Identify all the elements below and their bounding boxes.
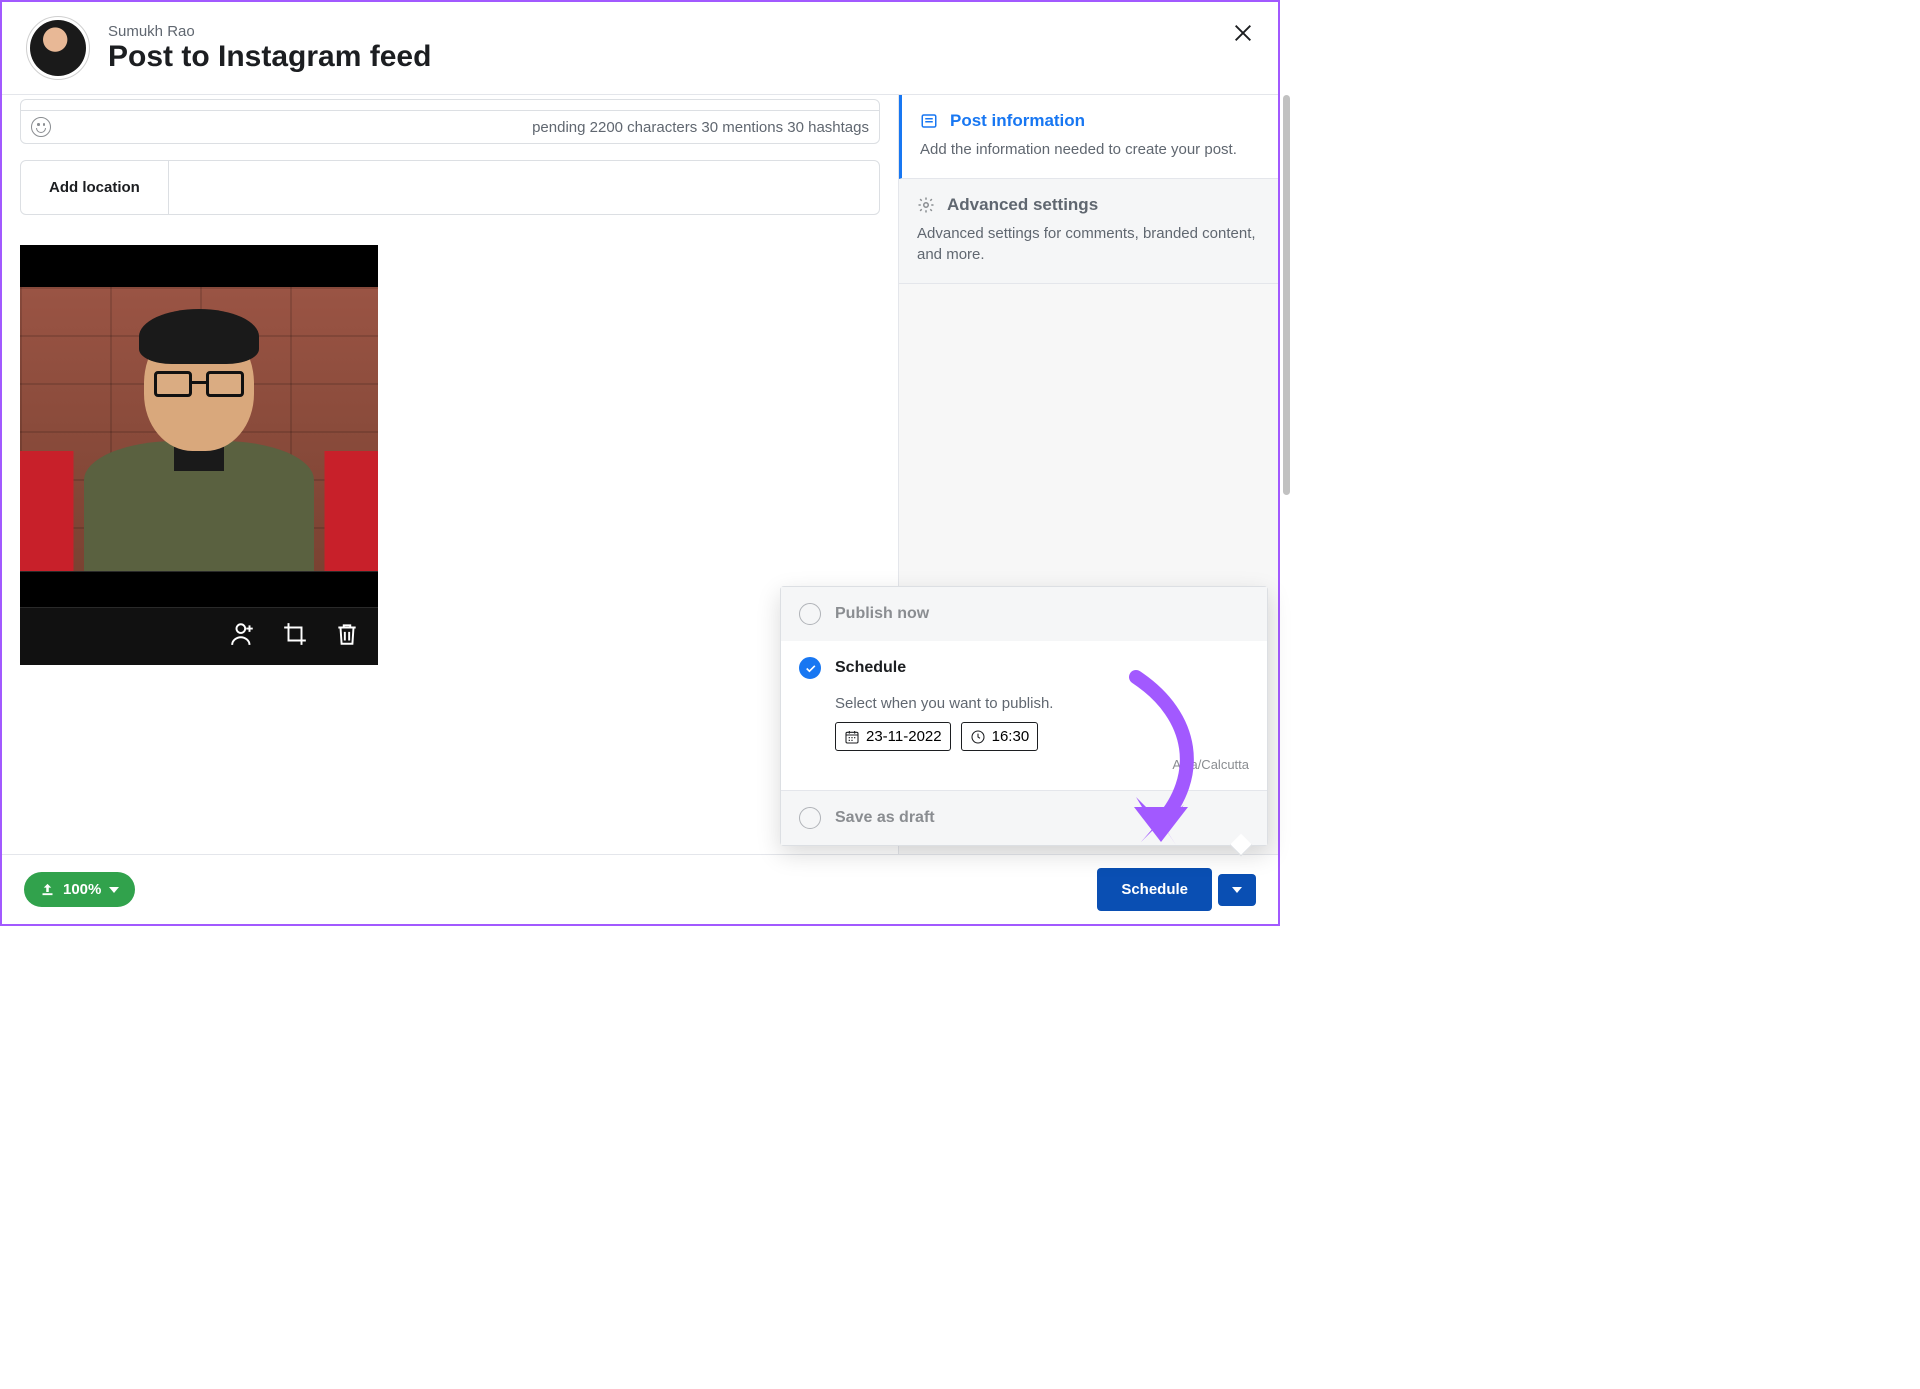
add-location-button[interactable]: Add location (21, 161, 169, 214)
schedule-button[interactable]: Schedule (1097, 868, 1212, 911)
tag-people-icon[interactable] (230, 621, 256, 652)
schedule-dropdown-button[interactable] (1218, 874, 1256, 906)
avatar (26, 16, 90, 80)
schedule-desc: Select when you want to publish. (835, 695, 1249, 712)
crop-icon[interactable] (282, 621, 308, 652)
schedule-popover: Publish now Schedule Select when you wan… (780, 586, 1268, 846)
close-button[interactable] (1232, 22, 1254, 49)
post-information-panel[interactable]: Post information Add the information nee… (899, 95, 1278, 179)
calendar-icon (844, 729, 860, 745)
timezone-label: Asia/Calcutta (835, 757, 1249, 772)
scrollbar[interactable] (1283, 95, 1290, 495)
publish-now-option[interactable]: Publish now (781, 587, 1267, 641)
radio-unchecked-icon (799, 807, 821, 829)
caption-status: pending 2200 characters 30 mentions 30 h… (532, 119, 869, 136)
page-title: Post to Instagram feed (108, 40, 431, 74)
upload-progress-pill[interactable]: 100% (24, 872, 135, 907)
chevron-down-icon (1232, 887, 1242, 893)
save-draft-option[interactable]: Save as draft (781, 790, 1267, 845)
date-input[interactable]: 23-11-2022 (835, 722, 951, 751)
delete-icon[interactable] (334, 621, 360, 652)
gear-icon (917, 196, 935, 214)
schedule-option[interactable]: Schedule (781, 641, 1267, 695)
media-preview (20, 245, 378, 665)
clock-icon (970, 729, 986, 745)
post-info-desc: Add the information needed to create you… (920, 139, 1260, 160)
user-name: Sumukh Rao (108, 23, 431, 40)
advanced-title: Advanced settings (947, 195, 1098, 215)
post-info-title: Post information (950, 111, 1085, 131)
time-input[interactable]: 16:30 (961, 722, 1039, 751)
upload-icon (40, 882, 55, 897)
advanced-desc: Advanced settings for comments, branded … (917, 223, 1260, 265)
post-info-icon (920, 112, 938, 130)
radio-unchecked-icon (799, 603, 821, 625)
uploaded-image (20, 287, 378, 571)
chevron-down-icon (109, 887, 119, 893)
caption-box[interactable]: pending 2200 characters 30 mentions 30 h… (20, 99, 880, 144)
radio-checked-icon (799, 657, 821, 679)
advanced-settings-panel[interactable]: Advanced settings Advanced settings for … (899, 179, 1278, 284)
emoji-icon[interactable] (31, 117, 51, 137)
location-row: Add location (20, 160, 880, 215)
